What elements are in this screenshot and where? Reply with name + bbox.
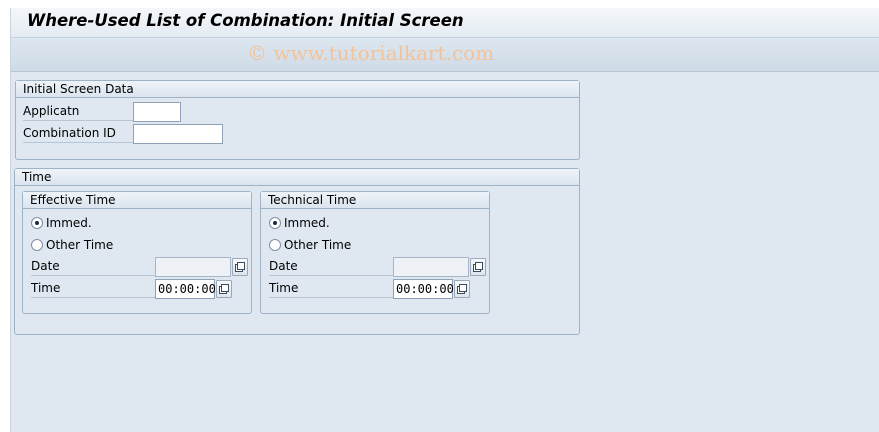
effective-other-time-radio[interactable]: Other Time	[31, 237, 113, 253]
technical-time-group: Technical Time Immed. Other Time Date Ti…	[260, 191, 490, 314]
group-heading: Time	[15, 169, 579, 186]
group-heading: Technical Time	[261, 192, 489, 209]
page-title: Where-Used List of Combination: Initial …	[27, 11, 464, 30]
effective-date-input[interactable]	[155, 257, 231, 277]
effective-immed-radio[interactable]: Immed.	[31, 215, 92, 231]
value-help-icon[interactable]	[232, 258, 248, 276]
title-bar: Where-Used List of Combination: Initial …	[11, 8, 879, 38]
effective-time-input[interactable]: 00:00:00	[155, 279, 216, 299]
sap-screen: Where-Used List of Combination: Initial …	[10, 8, 879, 432]
radio-label: Immed.	[284, 216, 330, 230]
group-heading: Effective Time	[23, 192, 251, 209]
technical-date-input[interactable]	[393, 257, 469, 277]
value-help-icon[interactable]	[470, 258, 486, 276]
technical-time-input[interactable]: 00:00:00	[393, 279, 454, 299]
applicatn-label: Applicatn	[23, 103, 133, 121]
initial-screen-data-group: Initial Screen Data Applicatn Combinatio…	[15, 80, 580, 160]
watermark: © www.tutorialkart.com	[247, 41, 495, 65]
technical-time-label: Time	[269, 280, 393, 298]
value-help-icon[interactable]	[216, 280, 232, 298]
applicatn-input[interactable]	[133, 102, 181, 122]
group-heading: Initial Screen Data	[16, 81, 579, 98]
radio-unselected-icon[interactable]	[269, 239, 281, 251]
radio-label: Other Time	[284, 238, 352, 252]
effective-time-group: Effective Time Immed. Other Time Date Ti…	[22, 191, 252, 314]
radio-selected-icon[interactable]	[31, 217, 43, 229]
technical-other-time-radio[interactable]: Other Time	[269, 237, 351, 253]
combination-id-input[interactable]	[133, 124, 223, 144]
effective-time-label: Time	[31, 280, 155, 298]
value-help-icon[interactable]	[454, 280, 470, 298]
effective-date-label: Date	[31, 258, 155, 276]
radio-unselected-icon[interactable]	[31, 239, 43, 251]
technical-date-label: Date	[269, 258, 393, 276]
time-group: Time Effective Time Immed. Other Time Da…	[14, 168, 580, 335]
technical-immed-radio[interactable]: Immed.	[269, 215, 330, 231]
application-toolbar: © www.tutorialkart.com	[11, 39, 879, 72]
radio-label: Immed.	[46, 216, 92, 230]
combination-id-label: Combination ID	[23, 125, 133, 143]
radio-selected-icon[interactable]	[269, 217, 281, 229]
radio-label: Other Time	[46, 238, 114, 252]
